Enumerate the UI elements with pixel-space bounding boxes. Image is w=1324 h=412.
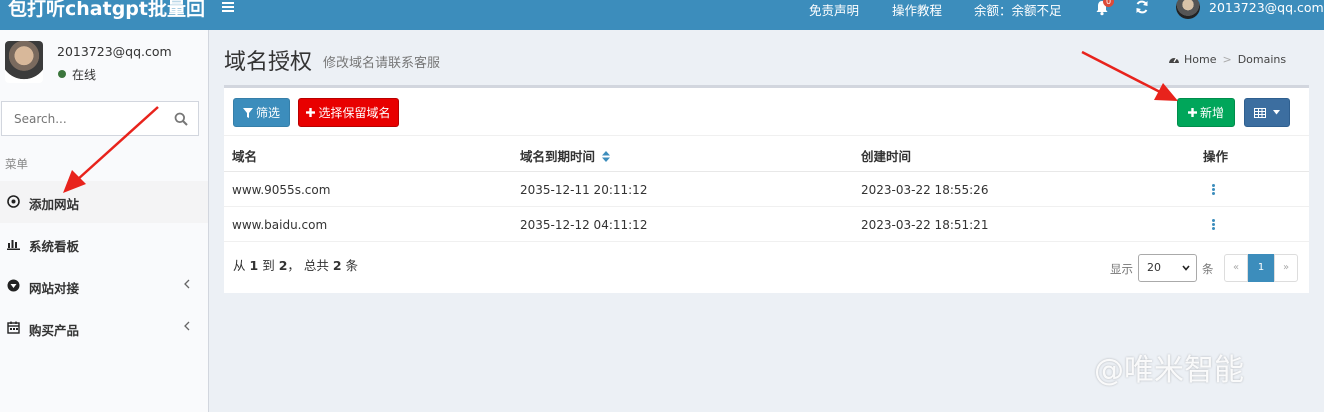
table-divider [224, 135, 1309, 136]
page-size-select[interactable]: 20 [1138, 254, 1197, 282]
breadcrumb-home-link[interactable]: Home [1184, 53, 1216, 66]
pagination-prev-button[interactable]: « [1224, 254, 1248, 282]
sidebar-user-email: 2013723@qq.com [57, 44, 172, 59]
plus-icon [1187, 108, 1197, 117]
table-columns-icon [1254, 107, 1266, 118]
select-reserved-domain-button[interactable]: 选择保留域名 [298, 98, 399, 127]
chevron-left-icon [184, 321, 190, 331]
add-button[interactable]: 新增 [1177, 98, 1235, 127]
plus-circle-icon [7, 195, 20, 208]
columns-toggle-button[interactable] [1244, 98, 1290, 127]
table-divider [224, 241, 1309, 242]
bar-chart-icon [7, 240, 20, 250]
online-status-icon [58, 70, 66, 78]
domains-panel: 筛选 选择保留域名 新增 域名 域名到期时间 创建时间 操作 www.9055s… [224, 85, 1309, 293]
calendar-icon [7, 321, 20, 334]
sidebar-item-buy-products[interactable]: 购买产品 [0, 307, 208, 349]
sidebar: 2013723@qq.com 在线 菜单 添加网站 系统看板 网站对接 [0, 30, 209, 412]
add-button-label: 新增 [1199, 106, 1224, 120]
nav-disclaimer-link[interactable]: 免责声明 [809, 0, 859, 18]
menu-header: 菜单 [5, 157, 28, 171]
top-user-email[interactable]: 2013723@qq.com [1209, 0, 1324, 16]
cell-expires: 2035-12-12 04:11:12 [520, 218, 648, 232]
cell-domain: www.9055s.com [232, 183, 331, 197]
filter-icon [242, 107, 253, 118]
column-header-expires-label: 域名到期时间 [520, 149, 596, 164]
refresh-icon[interactable] [1135, 0, 1149, 14]
rows-unit-label: 条 [1202, 262, 1214, 276]
breadcrumb: Home > Domains [1168, 53, 1286, 66]
sidebar-item-label: 购买产品 [29, 323, 80, 338]
sidebar-item-label: 系统看板 [29, 239, 80, 254]
column-header-actions: 操作 [1203, 149, 1229, 164]
sidebar-item-label: 添加网站 [29, 197, 80, 212]
column-header-expires[interactable]: 域名到期时间 [520, 146, 611, 165]
summary-from: 1 [249, 258, 259, 273]
row-actions-menu-icon[interactable] [1212, 184, 1215, 195]
pagination-next-button[interactable]: » [1274, 254, 1298, 282]
pagination-summary: 从 1 到 2， 总共 2 条 [233, 255, 358, 274]
summary-total: 2 [332, 258, 342, 273]
row-actions-menu-icon[interactable] [1212, 219, 1215, 230]
watermark-logo: @唯米智能 [1094, 353, 1244, 388]
pagination-page-1[interactable]: 1 [1248, 254, 1274, 282]
page-size-value: 20 [1147, 261, 1161, 274]
nav-balance[interactable]: 余额：余额不足 [974, 0, 1062, 18]
caret-down-icon [1273, 110, 1280, 115]
app-title[interactable]: 包打听chatgpt批量回 [8, 0, 205, 21]
summary-prefix: 从 [233, 258, 246, 273]
plus-icon [306, 108, 316, 117]
page-subtitle: 修改域名请联系客服 [323, 56, 441, 71]
dashboard-icon [1169, 57, 1179, 63]
filter-button[interactable]: 筛选 [233, 98, 290, 127]
search-icon[interactable] [174, 112, 188, 126]
sort-icon[interactable] [602, 151, 611, 162]
top-user-avatar[interactable] [1176, 0, 1200, 19]
online-status-label: 在线 [72, 68, 97, 82]
cell-expires: 2035-12-11 20:11:12 [520, 183, 648, 197]
column-header-created[interactable]: 创建时间 [861, 146, 911, 165]
chevron-left-icon [184, 279, 190, 289]
hamburger-icon[interactable] [222, 0, 238, 16]
arrow-circle-icon [7, 279, 20, 292]
top-navbar: 包打听chatgpt批量回 免责声明 操作教程 余额：余额不足 0 201372… [0, 0, 1324, 30]
page-size-label: 显示 [1110, 262, 1133, 276]
page-title: 域名授权 [224, 50, 313, 75]
breadcrumb-separator: > [1222, 53, 1232, 66]
notification-badge: 0 [1103, 0, 1114, 7]
breadcrumb-current: Domains [1237, 53, 1287, 66]
user-avatar [5, 41, 43, 83]
sidebar-item-add-site[interactable]: 添加网站 [0, 181, 208, 223]
cell-created: 2023-03-22 18:55:26 [861, 183, 989, 197]
cell-created: 2023-03-22 18:51:21 [861, 218, 989, 232]
table-divider [224, 171, 1309, 172]
sidebar-item-label: 网站对接 [29, 281, 80, 296]
sidebar-item-site-integration[interactable]: 网站对接 [0, 265, 208, 307]
summary-to-word: 到 [262, 258, 275, 273]
sidebar-item-dashboard[interactable]: 系统看板 [0, 223, 208, 265]
chevron-down-icon [1182, 265, 1190, 271]
summary-total-prefix: ， 总共 [287, 258, 329, 273]
summary-total-suffix: 条 [345, 258, 359, 273]
search-input[interactable] [2, 102, 162, 135]
table-divider [224, 206, 1309, 207]
column-header-domain[interactable]: 域名 [232, 146, 257, 165]
nav-tutorial-link[interactable]: 操作教程 [892, 0, 942, 18]
sidebar-search [1, 101, 199, 136]
cell-domain: www.baidu.com [232, 218, 328, 232]
filter-button-label: 筛选 [255, 106, 280, 120]
reserve-button-label: 选择保留域名 [318, 106, 391, 120]
